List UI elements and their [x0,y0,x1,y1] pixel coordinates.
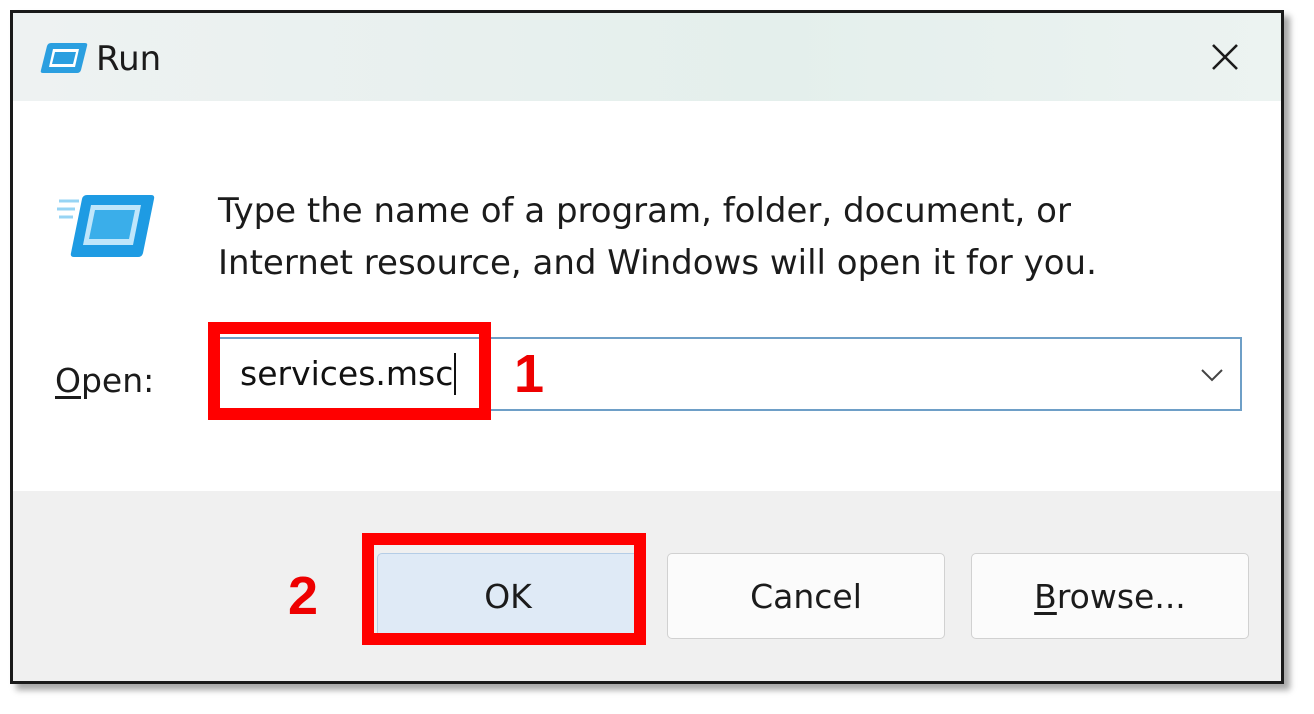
run-icon [57,195,155,257]
button-bar: OK Cancel Browse... [13,491,1281,681]
instruction-text: Type the name of a program, folder, docu… [218,191,1097,283]
browse-button[interactable]: Browse... [971,553,1249,639]
open-combobox[interactable]: services.msc [218,337,1242,411]
run-dialog: Run Type the name of a program, folder, … [10,10,1284,684]
step-number-1: 1 [514,344,545,404]
close-icon[interactable] [1203,35,1247,79]
window-title: Run [96,39,162,79]
open-input[interactable]: services.msc [240,351,457,397]
text-caret [454,352,457,395]
cancel-button[interactable]: Cancel [667,553,945,639]
chevron-down-icon[interactable] [1198,361,1226,389]
dialog-body: Type the name of a program, folder, docu… [13,101,1281,491]
step-number-2: 2 [288,566,319,626]
run-icon [40,43,88,73]
ok-button[interactable]: OK [377,553,639,639]
title-bar: Run [13,13,1281,101]
open-label: Open: [55,361,155,400]
